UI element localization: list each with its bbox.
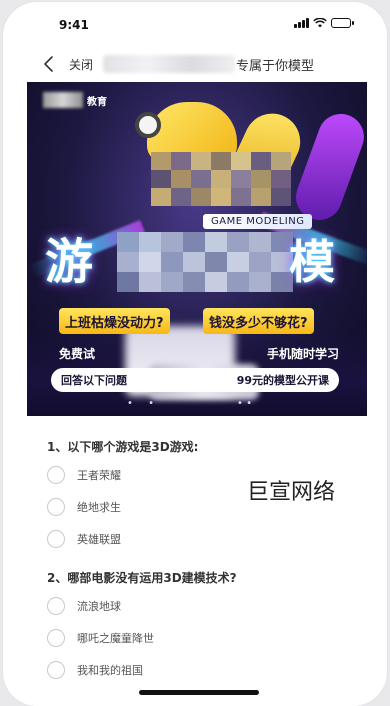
cta-right-text: 99元的模型公开课 <box>236 374 329 387</box>
radio-button[interactable] <box>47 466 65 484</box>
option-label: 哪吒之魔童降世 <box>77 632 154 645</box>
banner-title-left: 游 <box>45 234 102 290</box>
option-label: 绝地求生 <box>77 501 121 514</box>
signal-icon <box>294 18 309 28</box>
mobile-learning-text: 手机随时学习 <box>267 347 340 361</box>
radio-button[interactable] <box>47 530 65 548</box>
brand-tag: 教育 <box>43 92 107 108</box>
cta-pill[interactable]: 回答以下问题 99元的模型公开课 <box>51 368 339 392</box>
banner-title-right: 模 <box>289 235 335 289</box>
q2-option-1[interactable]: 流浪地球 <box>47 597 121 615</box>
status-time: 9:41 <box>59 18 89 32</box>
chevron-left-icon[interactable] <box>39 54 59 74</box>
status-bar: 9:41 <box>3 2 387 46</box>
battery-icon <box>331 18 354 28</box>
nav-bar: 关闭 专属于你模型 <box>3 46 387 82</box>
watermark-text: 巨宣网络 <box>247 480 336 505</box>
option-label: 我和我的祖国 <box>77 664 143 677</box>
brand-name-blurred <box>43 92 83 108</box>
option-label: 流浪地球 <box>77 600 121 613</box>
question-2: 2、哪部电影没有运用3D建模技术? <box>47 571 237 585</box>
q2-option-3[interactable]: 我和我的祖国 <box>47 661 143 679</box>
radio-button[interactable] <box>47 661 65 679</box>
mosaic-censor-top <box>151 152 291 206</box>
phone-frame: 9:41 关闭 专属于你模型 教育 GAME MODELING 游 模 上班枯燥… <box>3 2 387 706</box>
q1-option-2[interactable]: 绝地求生 <box>47 498 121 516</box>
question-1: 1、以下哪个游戏是3D游戏: <box>47 440 199 454</box>
page-title: 专属于你模型 <box>236 59 315 74</box>
home-indicator <box>139 690 259 695</box>
cta-left-text: 回答以下问题 <box>61 374 127 387</box>
brand-suffix: 教育 <box>87 96 107 108</box>
radio-button[interactable] <box>47 498 65 516</box>
option-label: 王者荣耀 <box>77 469 121 482</box>
mosaic-censor-middle <box>117 232 293 292</box>
close-link[interactable]: 关闭 <box>69 56 93 73</box>
page-title-blurred <box>103 55 235 73</box>
wifi-icon <box>313 18 327 28</box>
q2-option-2[interactable]: 哪吒之魔童降世 <box>47 629 154 647</box>
q1-option-3[interactable]: 英雄联盟 <box>47 530 121 548</box>
banner-footer-suffix: • • <box>237 398 252 409</box>
banner-footer-dots: • • <box>127 398 160 409</box>
radio-button[interactable] <box>47 597 65 615</box>
free-trial-text: 免费试 <box>59 347 96 361</box>
radio-button[interactable] <box>47 629 65 647</box>
slogan-pill-left: 上班枯燥没动力? <box>59 308 170 334</box>
robot-ear-purple <box>289 107 367 227</box>
slogan-pill-right: 钱没多少不够花? <box>203 308 314 334</box>
option-label: 英雄联盟 <box>77 533 121 546</box>
status-icons <box>294 18 354 28</box>
robot-eye-icon <box>135 112 161 138</box>
promo-banner[interactable]: 教育 GAME MODELING 游 模 上班枯燥没动力? 钱没多少不够花? 免… <box>27 82 367 416</box>
q1-option-1[interactable]: 王者荣耀 <box>47 466 121 484</box>
